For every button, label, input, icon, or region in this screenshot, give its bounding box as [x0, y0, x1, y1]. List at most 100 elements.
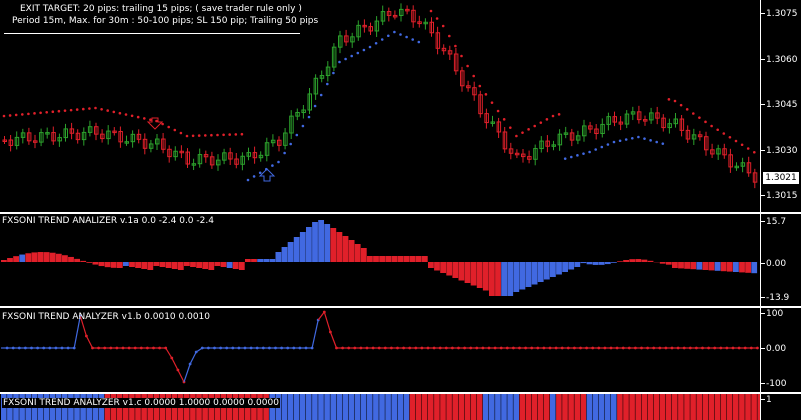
trailing-stop-dot — [161, 122, 164, 126]
histogram-bar — [611, 262, 617, 263]
trailing-stop-dot — [454, 44, 457, 48]
histogram-bar — [98, 262, 105, 267]
trailing-stop-dot — [362, 48, 366, 52]
signal-bar — [318, 394, 324, 420]
trailing-stop-dot — [661, 142, 665, 145]
trailing-stop-dot — [94, 106, 97, 110]
trailing-stop-dot — [88, 107, 91, 110]
trailing-stop-dot — [204, 134, 207, 137]
trailing-stop-dot — [356, 51, 360, 55]
histogram-bar — [702, 262, 709, 270]
histogram-bar — [275, 252, 282, 262]
signal-bar — [739, 394, 745, 420]
trailing-stop-dot — [295, 133, 299, 137]
histogram-bar — [116, 262, 123, 268]
signal-bar — [385, 394, 391, 420]
trailing-stop-dot — [39, 111, 42, 115]
signal-bar — [580, 394, 587, 420]
signal-bar — [470, 394, 477, 420]
signal-bar — [489, 394, 495, 420]
histogram-bar — [245, 259, 251, 262]
indicator-c-pane[interactable]: FXSONI TREND ANALYZER v1.c 0.0000 1.0000… — [0, 394, 760, 420]
ind-c-tick: 1 — [761, 395, 772, 405]
trailing-stop-dot — [8, 114, 12, 117]
histogram-bar — [751, 262, 758, 274]
trailing-stop-dot — [222, 133, 225, 137]
trailing-stop-dot — [2, 114, 6, 118]
trailing-stop-dot — [429, 9, 433, 13]
trailing-stop-dot — [478, 84, 482, 88]
signal-bar — [726, 394, 733, 420]
price-tick-4: 1.3030 — [761, 146, 798, 156]
candlestick-chart — [2, 3, 758, 189]
histogram-bar — [519, 262, 526, 290]
histogram-bar — [428, 262, 434, 268]
histogram-bar — [452, 262, 459, 278]
signal-bar — [751, 394, 757, 420]
trailing-stop-dot — [319, 93, 323, 97]
trend-line-segment — [317, 311, 325, 321]
indicator-a-title: FXSONI TREND ANALIZER v.1a 0.0 -2.4 0.0 … — [2, 216, 214, 226]
trailing-stop-dot — [673, 99, 677, 103]
signal-bar — [623, 394, 629, 420]
trailing-stop-dot — [173, 128, 177, 132]
signal-bar — [702, 394, 709, 420]
signal-bar — [714, 394, 721, 420]
histogram-bar — [324, 224, 331, 262]
indicator-a-pane[interactable]: FXSONI TREND ANALIZER v.1a 0.0 -2.4 0.0 … — [0, 214, 760, 306]
signal-bar — [330, 394, 336, 420]
indicator-c-axis: 1 — [760, 394, 801, 420]
histogram-bar — [214, 262, 221, 266]
exit-target-annotation: EXIT TARGET: 20 pips: trailing 15 pips; … — [20, 4, 302, 14]
signal-bar — [562, 394, 568, 420]
signal-bar — [293, 394, 300, 420]
histogram-bar — [220, 262, 227, 267]
trailing-stop-dot — [435, 17, 439, 20]
signal-bar — [543, 394, 550, 420]
histogram-bar — [580, 262, 587, 264]
histogram-bar — [708, 262, 715, 271]
trailing-stop-dot — [734, 139, 738, 143]
signal-bar — [641, 394, 648, 420]
buy-arrow-icon — [258, 168, 276, 182]
trailing-stop-dot — [515, 134, 518, 138]
signal-bar — [434, 394, 440, 420]
trailing-stop-dot — [746, 147, 750, 150]
histogram-bar — [299, 232, 306, 262]
trailing-stop-dot — [167, 125, 170, 129]
trailing-stop-dot — [600, 145, 604, 149]
histogram-bar — [592, 262, 599, 265]
trailing-stop-dot — [631, 136, 634, 140]
histogram-bar — [489, 262, 495, 296]
histogram-bar — [86, 262, 93, 263]
trailing-stop-dot — [490, 101, 494, 104]
trailing-stop-dot — [57, 109, 61, 113]
trailing-stop-dot — [588, 150, 591, 154]
histogram-bar — [617, 261, 623, 262]
price-axis[interactable]: 1.3075 1.3060 1.3045 1.3030 1.3021 1.301… — [760, 0, 801, 212]
histogram-bar — [13, 256, 19, 262]
histogram-bar — [458, 262, 465, 281]
histogram-bar — [190, 262, 196, 267]
trailing-stop-dot — [75, 108, 79, 111]
histogram-bar — [104, 262, 111, 268]
indicator-b-pane[interactable]: FXSONI TREND ANALYZER v1.b 0.0010 0.0010 — [0, 308, 760, 392]
trailing-stop-dot — [191, 134, 195, 138]
indicator-a-axis: 15.7 0.00 -13.9 — [760, 214, 801, 306]
histogram-bar — [367, 256, 373, 262]
signal-bar — [690, 394, 696, 420]
signal-bar — [354, 394, 361, 420]
histogram-bar — [232, 262, 239, 269]
signal-bar — [531, 394, 538, 420]
histogram-bar — [556, 262, 562, 275]
signal-bar — [306, 394, 312, 420]
price-chart-pane[interactable]: EXIT TARGET: 20 pips: trailing 15 pips; … — [0, 0, 760, 212]
trailing-stop-dot — [118, 111, 122, 115]
histogram-bar — [745, 262, 751, 273]
histogram-bar — [293, 237, 300, 262]
histogram-bar — [208, 262, 215, 270]
trailing-stop-dot — [338, 60, 341, 64]
trailing-stop-dot — [63, 109, 67, 112]
trend-line-segment — [171, 357, 179, 371]
histogram-bar — [43, 252, 50, 262]
